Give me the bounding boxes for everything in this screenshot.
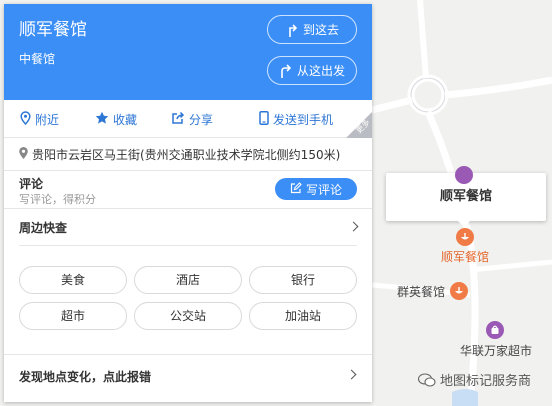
quick-search-bank[interactable]: 银行 [249, 266, 357, 294]
send-to-phone-button[interactable]: 发送到手机 [259, 100, 333, 138]
report-error-label: 发现地点变化，点此报错 [19, 370, 152, 384]
wechat-icon [418, 372, 436, 387]
action-bar: 附近 收藏 分享 发送到手机 更多 [4, 100, 372, 138]
shopping-icon[interactable] [486, 321, 504, 339]
place-category: 中餐馆 [19, 52, 56, 66]
quick-search-food[interactable]: 美食 [19, 266, 127, 294]
quick-search-bus-stop[interactable]: 公交站 [134, 302, 242, 330]
route-icon [285, 22, 299, 38]
place-name: 顺军餐馆 [19, 20, 87, 40]
send-to-phone-label: 发送到手机 [273, 112, 334, 127]
nearby-quick-grid: 美食 酒店 银行 超市 公交站 加油站 [4, 246, 372, 346]
quick-search-gas-station[interactable]: 加油站 [249, 302, 357, 330]
watermark-text: 地图标记服务商 [440, 374, 532, 389]
route-start-icon [279, 63, 293, 79]
more-corner-button[interactable]: 更多 [346, 100, 372, 138]
chevron-right-icon [346, 369, 357, 379]
from-here-label: 从这出发 [296, 64, 345, 78]
review-section: 评论 写评论，得积分 写评论 [4, 171, 372, 209]
card-header: 顺军餐馆 中餐馆 到这去 从这出发 [4, 4, 372, 100]
write-review-button[interactable]: 写评论 [275, 178, 357, 200]
chevron-right-icon [348, 221, 359, 232]
write-review-label: 写评论 [305, 182, 342, 197]
quick-search-supermarket[interactable]: 超市 [19, 302, 127, 330]
review-title: 评论 [19, 177, 44, 191]
restaurant-icon[interactable] [456, 228, 474, 246]
favorite-label: 收藏 [113, 112, 138, 127]
place-detail-card: 顺军餐馆 中餐馆 到这去 从这出发 附近 收藏 分享 发送到手机 更多 贵阳市云… [4, 4, 372, 402]
go-here-label: 到这去 [302, 23, 339, 37]
share-button[interactable]: 分享 [171, 100, 213, 138]
star-icon [95, 111, 109, 128]
location-pin-icon [20, 110, 31, 128]
location-pin-icon [18, 146, 29, 163]
poi-label[interactable]: 华联万家超市 [460, 342, 532, 359]
quick-search-hotel[interactable]: 酒店 [134, 266, 242, 294]
poi-label-selected[interactable]: 顺军餐馆 [441, 248, 489, 265]
nearby-search-header[interactable]: 周边快查 [19, 209, 359, 246]
shopping-icon[interactable] [455, 166, 473, 184]
restaurant-icon[interactable] [450, 282, 468, 300]
nearby-label: 附近 [35, 112, 60, 127]
edit-icon [290, 181, 302, 197]
nearby-search-title: 周边快查 [19, 220, 68, 235]
favorite-button[interactable]: 收藏 [95, 100, 137, 138]
report-error-row[interactable]: 发现地点变化，点此报错 [4, 354, 372, 394]
address-row: 贵阳市云岩区马王街(贵州交通职业技术学院北侧约150米) [4, 138, 372, 171]
phone-icon [259, 110, 269, 128]
watermark: 地图标记服务商 [418, 370, 531, 389]
from-here-button[interactable]: 从这出发 [267, 56, 357, 85]
poi-label[interactable]: 群英餐馆 [397, 283, 445, 300]
review-subtitle: 写评论，得积分 [19, 193, 96, 206]
address-text: 贵阳市云岩区马王街(贵州交通职业技术学院北侧约150米) [32, 147, 341, 162]
nearby-button[interactable]: 附近 [20, 100, 59, 138]
share-label: 分享 [189, 112, 214, 127]
go-here-button[interactable]: 到这去 [267, 15, 357, 44]
share-icon [171, 111, 185, 128]
